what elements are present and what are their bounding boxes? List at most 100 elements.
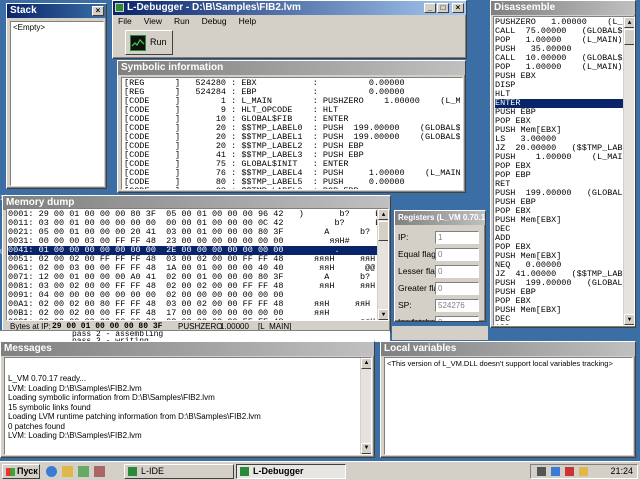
disassemble-row[interactable]: PUSHZERO 1.00000 (L_MAIN) [495,18,623,27]
memory-row[interactable]: 00C1: 09 00 00 00 00 00 00 00 02 00 02 0… [8,318,378,320]
disassemble-row[interactable]: PUSH 35.00000 [495,45,623,54]
memory-row[interactable]: 0031: 00 00 00 03 00 FF FF 48 23 00 00 0… [8,237,378,246]
start-button[interactable]: Пуск [2,464,40,479]
scroll-up-icon[interactable]: ▲ [378,209,388,220]
symbolic-list[interactable]: [REG ] 524280 : EBX : 0.00000 [REG ] 5242… [121,77,463,190]
disassemble-row[interactable]: PUSH Mem[EBX] [495,252,623,261]
messages-scrollbar[interactable]: ▲ ▼ [360,358,371,454]
disassemble-row[interactable]: PUSH EBX [495,72,623,81]
symbol-row[interactable]: [CODE ] 1 : L_MAIN : PUSHZERO 1.00000 (L… [124,97,460,106]
disassemble-row[interactable]: PUSH 1.00000 (L_MAIN) [495,153,623,162]
disassemble-row[interactable]: PUSH 199.00000 (GLOBAL$FIBTABLE) [495,189,623,198]
symbol-row[interactable]: [CODE ] 98 : $$TMP_LABEL6 : POP EBP [124,187,460,189]
disassemble-row[interactable]: PUSH 199.00000 (GLOBAL$FIBTABLE) [495,279,623,288]
tray-network-icon[interactable] [551,467,560,476]
quick-launch-app2-icon[interactable] [94,466,105,477]
scroll-thumb[interactable] [378,221,388,241]
close-icon[interactable]: × [452,3,464,13]
quick-launch-ie-icon[interactable] [46,466,57,477]
memory-row[interactable]: 0041: 01 00 00 00 00 00 00 00 2E 00 00 0… [8,246,378,255]
symbol-row[interactable]: [CODE ] 20 : $$TMP_LABEL0 : PUSH 199.000… [124,124,460,133]
quick-launch-desktop-icon[interactable] [62,466,73,477]
minimize-icon[interactable]: _ [424,3,436,13]
memory-row[interactable]: 0061: 02 00 03 00 00 FF FF 48 1A 00 01 0… [8,264,378,273]
symbol-row[interactable]: [CODE ] 41 : $$TMP_LABEL3 : PUSH EBP [124,151,460,160]
disassemble-row[interactable]: CALL 75.00000 (GLOBAL$INIT) [495,27,623,36]
disassemble-row[interactable]: NEQ 0.00000 [495,261,623,270]
locals-list[interactable]: <This version of L_VM.DLL doesn't suppor… [384,357,633,455]
memory-grid[interactable]: 0001: 29 00 01 00 00 00 80 3F 05 00 01 0… [6,208,389,321]
tray-volume-icon[interactable] [537,467,546,476]
close-icon[interactable]: × [92,6,104,16]
disassemble-row[interactable]: POP EBX [495,207,623,216]
memory-row[interactable]: 00B1: 02 00 02 00 00 FF FF 48 17 00 00 0… [8,309,378,318]
disassemble-row[interactable]: RET [495,180,623,189]
memory-row[interactable]: 0011: 03 00 01 00 00 00 00 00 00 00 01 0… [8,219,378,228]
task-ide-button[interactable]: L-IDE [124,464,234,479]
disassemble-row[interactable]: ADD [495,234,623,243]
symbol-row[interactable]: [REG ] 524280 : EBX : 0.00000 [124,79,460,88]
scroll-down-icon[interactable]: ▼ [624,314,634,325]
disassemble-row[interactable]: CALL 10.00000 (GLOBAL$FIB) [495,54,623,63]
memory-row[interactable]: 0001: 29 00 01 00 00 00 80 3F 05 00 01 0… [8,210,378,219]
disassemble-row[interactable]: JZ 20.00000 ($$TMP_LABEL0) [495,144,623,153]
disassemble-row[interactable]: PUSH EBP [495,108,623,117]
disassemble-list[interactable]: PUSHZERO 1.00000 (L_MAIN)CALL 75.00000 (… [493,16,635,326]
disassemble-row[interactable]: POP EBX [495,117,623,126]
disassemble-row[interactable]: POP EBX [495,297,623,306]
disassemble-row[interactable]: POP EBX [495,243,623,252]
disassemble-row[interactable]: PUSH Mem[EBX] [495,306,623,315]
menu-debug[interactable]: Debug [202,16,227,26]
symbol-row[interactable]: [CODE ] 9 : HLT_OPCODE : HLT [124,106,460,115]
disassemble-scrollbar[interactable]: ▲ ▼ [623,17,634,325]
symbol-row[interactable]: [CODE ] 75 : GLOBAL$INIT : ENTER [124,160,460,169]
memory-row[interactable]: 00A1: 02 00 02 00 80 FF FF 48 03 00 02 0… [8,300,378,309]
scroll-down-icon[interactable]: ▼ [361,443,371,454]
symbol-row[interactable]: [CODE ] 20 : $$TMP_LABEL1 : PUSH 199.000… [124,133,460,142]
disassemble-row[interactable]: LS 3.00000 [495,135,623,144]
messages-log[interactable]: L_VM 0.70.17 ready... LVM: Loading D:\B\S… [4,357,372,455]
register-value-field[interactable]: 0 [435,316,479,321]
register-value-field[interactable]: 0 [435,282,479,295]
menu-file[interactable]: File [118,16,132,26]
memory-row[interactable]: 0021: 05 00 01 00 00 00 20 41 03 00 01 0… [8,228,378,237]
disassemble-row[interactable]: PUSH EBP [495,288,623,297]
register-value-field[interactable]: 1 [435,231,479,244]
symbol-row[interactable]: [CODE ] 76 : $$TMP_LABEL4 : PUSH 1.00000… [124,169,460,178]
memory-row[interactable]: 0051: 02 00 02 00 FF FF FF 48 03 00 02 0… [8,255,378,264]
disassemble-row[interactable]: POP EBP [495,171,623,180]
disassemble-row[interactable]: PUSH EBP [495,198,623,207]
stack-list[interactable]: <Empty> [10,21,104,186]
memory-row[interactable]: 0071: 12 00 01 00 00 00 A0 41 02 00 01 0… [8,273,378,282]
task-debugger-button[interactable]: L-Debugger [236,464,346,479]
memory-row[interactable]: 0091: 04 00 00 00 00 00 00 00 02 00 00 0… [8,291,378,300]
tray-lang-icon[interactable] [579,467,588,476]
tray-app-icon[interactable] [565,467,574,476]
scroll-up-icon[interactable]: ▲ [624,17,634,28]
disassemble-row[interactable]: ENTER [495,99,623,108]
disassemble-row[interactable]: PUSH Mem[EBX] [495,126,623,135]
disassemble-row[interactable]: POP 1.00000 (L_MAIN) [495,36,623,45]
maximize-icon[interactable]: □ [437,3,449,13]
register-value-field[interactable]: 0 [435,248,479,261]
symbol-row[interactable]: [CODE ] 20 : $$TMP_LABEL2 : PUSH EBP [124,142,460,151]
disassemble-row[interactable]: POP EBX [495,162,623,171]
disassemble-row[interactable]: ADD [495,324,623,325]
menu-help[interactable]: Help [239,16,256,26]
menu-view[interactable]: View [144,16,162,26]
disassemble-row[interactable]: DEC [495,315,623,324]
scroll-down-icon[interactable]: ▼ [378,309,388,320]
scroll-up-icon[interactable]: ▲ [361,358,371,369]
register-value-field[interactable]: 0 [435,265,479,278]
menu-run[interactable]: Run [174,16,190,26]
stack-item[interactable]: <Empty> [13,23,101,32]
disassemble-row[interactable]: DISP [495,81,623,90]
register-value-field[interactable]: 524276 [435,299,479,312]
symbol-row[interactable]: [CODE ] 10 : GLOBAL$FIB : ENTER [124,115,460,124]
memory-row[interactable]: 0081: 03 00 02 00 00 FF FF 48 02 00 02 0… [8,282,378,291]
disassemble-row[interactable]: DEC [495,225,623,234]
disassemble-row[interactable]: HLT [495,90,623,99]
disassemble-row[interactable]: JZ 41.00000 ($$TMP_LABEL2) [495,270,623,279]
quick-launch-app-icon[interactable] [78,466,89,477]
symbol-row[interactable]: [REG ] 524284 : EBP : 0.00000 [124,88,460,97]
